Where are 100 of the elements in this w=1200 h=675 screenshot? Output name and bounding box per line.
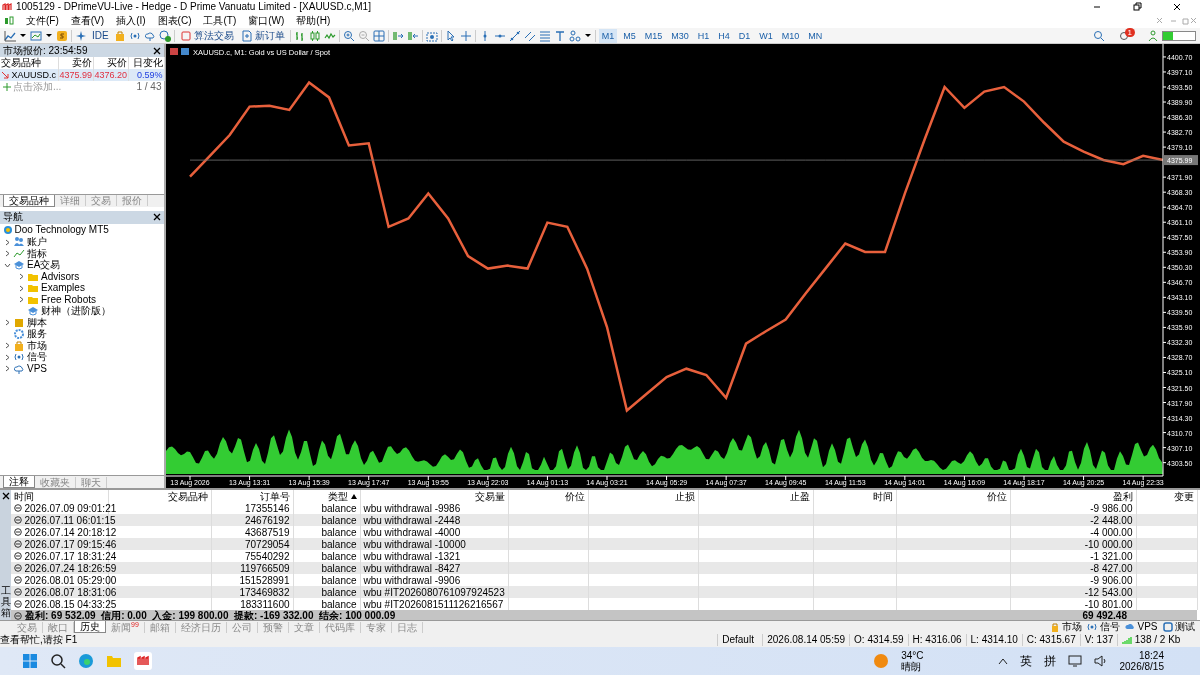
symbol-name[interactable]: XAUUSD.c [11,69,56,81]
column-header[interactable]: 盈利 [1010,490,1136,502]
timeframe-button[interactable]: M15 [641,28,666,43]
toolbox-link[interactable]: VPS [1137,621,1158,633]
caret-icon[interactable] [19,33,27,38]
trendline-icon[interactable] [508,29,521,42]
ime-indicator[interactable]: 拼 [1043,655,1056,667]
column-header[interactable]: 止损 [588,490,698,502]
menu-item[interactable]: 插入(I) [116,14,146,27]
tree-item[interactable]: 脚本 [27,316,47,329]
monitor-icon[interactable] [1067,655,1082,667]
timeframe-button[interactable]: H4 [715,28,733,43]
menu-item[interactable]: 帮助(H) [296,14,331,27]
close-icon[interactable] [1,492,10,500]
timeframe-button[interactable]: M10 [778,28,803,43]
tree-item[interactable]: 指标 [27,247,47,260]
chevron-right-icon[interactable] [4,319,11,327]
tree-item[interactable]: 市场 [27,339,47,352]
column-header[interactable]: 价位 [508,490,588,502]
clock-date[interactable]: 2026/8/15 [1119,661,1164,672]
column-header[interactable]: 变更 [1136,490,1197,502]
globe-icon[interactable] [158,29,171,42]
toolbox-link[interactable]: 市场 [1062,621,1083,633]
tree-item[interactable]: EA交易 [27,259,61,272]
timeframe-button[interactable]: M30 [668,28,692,43]
browser-icon[interactable] [78,653,94,669]
column-header[interactable]: 时间 [11,490,108,502]
chevron-right-icon[interactable] [4,365,11,373]
tree-item[interactable]: 服务 [27,328,47,341]
caret-icon[interactable] [45,33,53,38]
timeframe-button[interactable]: MN [805,28,826,43]
text-icon[interactable] [553,29,566,42]
chart-shift-icon[interactable] [406,29,419,42]
chevron-right-icon[interactable] [4,250,11,258]
tree-item[interactable]: 账户 [27,236,47,249]
column-header[interactable]: 时间 [813,490,896,502]
zoom-in-icon[interactable] [342,29,355,42]
caret-icon[interactable] [583,33,592,38]
chevron-right-icon[interactable] [4,342,11,350]
timeframe-button[interactable]: M5 [620,28,639,43]
app-logo-icon[interactable] [134,652,152,670]
menu-item[interactable]: 查看(V) [70,14,105,27]
menu-item[interactable]: 工具(T) [203,14,237,27]
chevron-right-icon[interactable] [18,296,25,304]
column-header[interactable]: 订单号 [211,490,293,502]
tree-item[interactable]: 信号 [27,351,47,364]
toolbox-link[interactable]: 测试 [1175,621,1195,633]
close-icon[interactable] [1172,1,1182,12]
panel-tab[interactable]: 交易品种 [3,194,55,207]
tree-root[interactable]: Doo Technology MT5 [14,224,109,236]
candlestick-icon[interactable] [308,29,321,42]
timeframe-button[interactable]: M1 [598,28,618,43]
close-icon[interactable] [153,46,161,55]
grid-icon[interactable] [372,29,385,42]
chevron-down-icon[interactable] [4,261,11,269]
plus-icon[interactable] [2,83,11,91]
chart-line-icon[interactable] [4,29,16,42]
cloud-icon[interactable] [143,29,156,42]
clock-time[interactable]: 18:24 [1119,650,1164,661]
chevron-right-icon[interactable] [18,284,25,292]
column-header[interactable]: 交易量 [360,490,508,502]
panel-tab[interactable]: 注释 [3,476,35,488]
tree-item[interactable]: 财神（进阶版） [41,305,111,318]
crosshair-icon[interactable] [459,29,472,42]
chevron-right-icon[interactable] [4,238,11,246]
tree-item[interactable]: Advisors [41,270,80,283]
column-header[interactable]: 止盈 [698,490,813,502]
language-indicator[interactable]: 英 [1019,655,1032,667]
cursor-icon[interactable] [444,29,457,42]
camera-icon[interactable] [425,29,438,42]
toolbox-link[interactable]: 信号 [1100,621,1120,633]
menu-item[interactable]: 窗口(W) [248,14,285,27]
chevron-right-icon[interactable] [4,353,11,361]
bar-chart-icon[interactable] [293,29,306,42]
tree-item[interactable]: Examples [41,282,85,295]
column-header[interactable]: 类型 [293,490,360,502]
tree-item[interactable]: Free Robots [41,293,97,306]
menu-item[interactable]: 图表(C) [157,14,192,27]
column-header[interactable]: 价位 [896,490,1010,502]
timeframe-button[interactable]: H1 [694,28,713,43]
chevron-up-icon[interactable] [997,657,1008,665]
column-header[interactable]: 交易品种 [108,490,211,502]
timeframe-button[interactable]: W1 [756,28,776,43]
speaker-icon[interactable] [1093,655,1108,667]
search-icon[interactable] [50,653,66,669]
start-icon[interactable] [22,653,38,669]
timeframe-button[interactable]: D1 [735,28,754,43]
chevron-right-icon[interactable] [18,273,25,281]
person-icon[interactable] [1147,29,1159,42]
restore-icon[interactable] [1132,1,1142,12]
ide-button[interactable]: IDE [90,29,111,42]
menu-item[interactable]: 文件(F) [26,14,59,27]
algo-trading-button[interactable]: 算法交易 [177,29,236,42]
tree-item[interactable]: VPS [27,362,47,375]
autoscroll-icon[interactable] [391,29,404,42]
dollar-icon[interactable] [56,29,68,42]
toolbox-tab[interactable]: 新闻$^{99}$ [106,621,145,633]
toolbox-tab[interactable]: 历史 [74,621,106,633]
close-icon[interactable] [153,213,161,221]
new-order-button[interactable]: 新订单 [238,29,287,42]
